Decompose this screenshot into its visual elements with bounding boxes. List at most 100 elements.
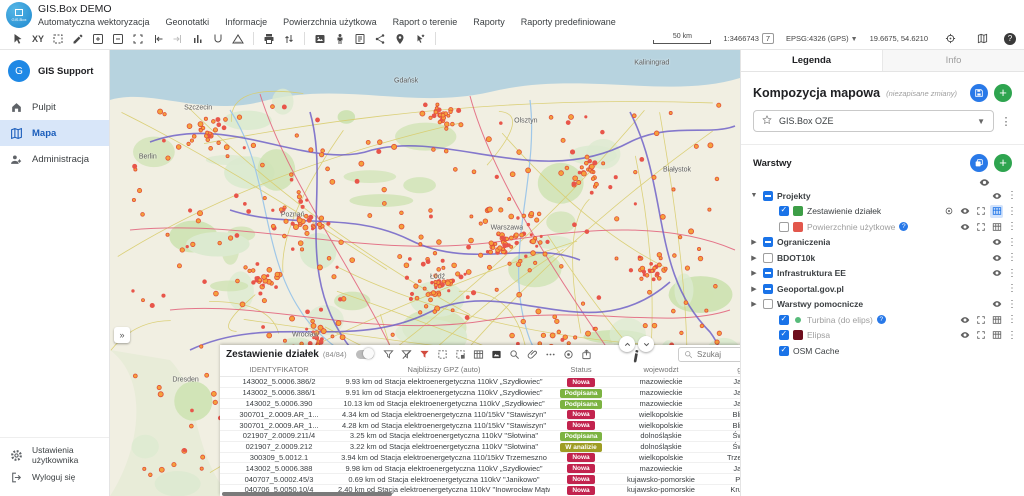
- layer-eye-icon[interactable]: [990, 236, 1003, 249]
- select-area-icon[interactable]: [435, 346, 451, 362]
- table-filter-toggle[interactable]: [356, 350, 374, 359]
- selection-box-tool-icon[interactable]: [48, 30, 68, 48]
- column-header-1[interactable]: Najbliższy GPZ (auto): [338, 365, 550, 374]
- manage-layers-button[interactable]: [970, 154, 988, 172]
- snapshot-icon[interactable]: [489, 346, 505, 362]
- layer-row-zestawienie-dzia-ek[interactable]: Zestawienie działek⋮: [749, 204, 1018, 220]
- locate-icon[interactable]: [561, 346, 577, 362]
- expander-icon[interactable]: ▶: [749, 300, 759, 308]
- sidebar-footer-gear[interactable]: Ustawienia użytkownika: [0, 444, 109, 466]
- layer-checkbox[interactable]: [763, 237, 773, 247]
- center-map-icon[interactable]: [940, 30, 960, 48]
- layer-row-projekty[interactable]: ▼Projekty⋮: [749, 188, 1018, 204]
- layer-row-geoportal-gov-pl[interactable]: ▶Geoportal.gov.pl⋮: [749, 281, 1018, 297]
- previous-view-tool-icon[interactable]: [148, 30, 168, 48]
- layer-kebab-icon[interactable]: ⋮: [1006, 221, 1018, 232]
- share-tool-icon[interactable]: [370, 30, 390, 48]
- layer-eye-icon[interactable]: [958, 205, 971, 218]
- street-view-tool-icon[interactable]: [330, 30, 350, 48]
- tab-legenda[interactable]: Legenda: [741, 50, 882, 71]
- layer-table-icon[interactable]: [990, 313, 1003, 326]
- column-header-3[interactable]: wojewodzt: [612, 365, 710, 374]
- report-tool-icon[interactable]: [350, 30, 370, 48]
- export-icon[interactable]: [579, 346, 595, 362]
- layer-checkbox[interactable]: [763, 299, 773, 309]
- table-row[interactable]: 300701_2.0009.AR_1...4.28 km od Stacja e…: [220, 420, 740, 431]
- table-row[interactable]: 143002_5.0006.386/29.93 km od Stacja ele…: [220, 377, 740, 388]
- layer-eye-icon[interactable]: [958, 220, 971, 233]
- layer-table-icon[interactable]: [990, 220, 1003, 233]
- layer-kebab-icon[interactable]: ⋮: [1006, 314, 1018, 325]
- expander-icon[interactable]: ▶: [749, 269, 759, 277]
- elevation-tool-icon[interactable]: [279, 30, 299, 48]
- menu-item-powierzchnia-u-ytkowa[interactable]: Powierzchnia użytkowa: [283, 17, 377, 27]
- coordinates-tool[interactable]: XY: [28, 30, 48, 48]
- layer-kebab-icon[interactable]: ⋮: [1006, 299, 1018, 310]
- expander-icon[interactable]: ▶: [749, 285, 759, 293]
- layer-checkbox[interactable]: [779, 222, 789, 232]
- zoom-level[interactable]: 7: [762, 33, 774, 44]
- table-row[interactable]: 021907_2.0009.2123.22 km od Stacja elekt…: [220, 442, 740, 453]
- table-row[interactable]: 300701_2.0009.AR_1...4.34 km od Stacja e…: [220, 409, 740, 420]
- layer-checkbox[interactable]: [763, 191, 773, 201]
- expander-icon[interactable]: ▶: [749, 254, 759, 262]
- sidebar-item-administracja[interactable]: Administracja: [0, 146, 109, 172]
- more-icon[interactable]: [543, 346, 559, 362]
- user-row[interactable]: G GIS Support: [0, 50, 109, 94]
- layer-checkbox[interactable]: [779, 206, 789, 216]
- save-composition-button[interactable]: [970, 84, 988, 102]
- help-icon[interactable]: ?: [1004, 33, 1016, 45]
- layer-kebab-icon[interactable]: ⋮: [1006, 190, 1018, 201]
- table-row[interactable]: 143002_5.0006.39010.13 km od Stacja elek…: [220, 399, 740, 410]
- layer-checkbox[interactable]: [763, 268, 773, 278]
- layer-kebab-icon[interactable]: ⋮: [1006, 252, 1018, 263]
- active-filter-icon[interactable]: [417, 346, 433, 362]
- composition-kebab-icon[interactable]: ⋮: [1000, 115, 1012, 128]
- map-canvas[interactable]: BerlinSzczecinGdańskKaliningradOlsztynBi…: [110, 50, 740, 496]
- layer-expand-icon[interactable]: [974, 205, 987, 218]
- menu-item-raporty-predefiniowane[interactable]: Raporty predefiniowane: [521, 17, 616, 27]
- special-select-tool-icon[interactable]: [410, 30, 430, 48]
- add-marker-tool-icon[interactable]: [390, 30, 410, 48]
- select-tool-icon[interactable]: [8, 30, 28, 48]
- layer-kebab-icon[interactable]: ⋮: [1006, 268, 1018, 279]
- print-tool-icon[interactable]: [259, 30, 279, 48]
- layer-row-elipsa[interactable]: Elipsa⋮: [749, 328, 1018, 344]
- eye-icon[interactable]: [979, 177, 990, 188]
- layer-table-icon[interactable]: [990, 329, 1003, 342]
- layer-help-icon[interactable]: ?: [877, 315, 886, 324]
- columns-icon[interactable]: [471, 346, 487, 362]
- select-shape-icon[interactable]: [453, 346, 469, 362]
- projection-select[interactable]: EPSG:4326 (GPS) ▼: [786, 34, 858, 43]
- map-collapse-button[interactable]: »: [114, 327, 130, 343]
- layer-eye-icon[interactable]: [958, 329, 971, 342]
- layer-row-osm-cache[interactable]: OSM Cache: [749, 343, 1018, 359]
- layer-eye-icon[interactable]: [990, 298, 1003, 311]
- sidebar-footer-logout[interactable]: Wyloguj się: [0, 466, 109, 488]
- layer-eye-icon[interactable]: [990, 267, 1003, 280]
- basemap-icon[interactable]: [972, 30, 992, 48]
- filter-icon[interactable]: [381, 346, 397, 362]
- menu-item-informacje[interactable]: Informacje: [225, 17, 267, 27]
- next-view-tool-icon[interactable]: [168, 30, 188, 48]
- layer-checkbox[interactable]: [779, 346, 789, 356]
- sidebar-item-mapa[interactable]: Mapa: [0, 120, 109, 146]
- menu-item-raport-o-terenie[interactable]: Raport o terenie: [393, 17, 458, 27]
- expander-icon[interactable]: ▶: [749, 238, 759, 246]
- column-header-2[interactable]: Status: [550, 365, 612, 374]
- layer-table-icon[interactable]: [990, 205, 1003, 218]
- layer-checkbox[interactable]: [779, 315, 789, 325]
- table-row[interactable]: 143002_5.0006.3889.98 km od Stacja elekt…: [220, 463, 740, 474]
- layer-checkbox[interactable]: [763, 284, 773, 294]
- table-row[interactable]: 021907_2.0009.211/43.25 km od Stacja ele…: [220, 431, 740, 442]
- zoom-in-box-tool-icon[interactable]: [88, 30, 108, 48]
- table-row[interactable]: 040707_5.0002.45/30.69 km od Stacja elek…: [220, 474, 740, 485]
- layer-row-bdot10k[interactable]: ▶BDOT10k⋮: [749, 250, 1018, 266]
- layer-checkbox[interactable]: [779, 330, 789, 340]
- layer-row-warstwy-pomocnicze[interactable]: ▶Warstwy pomocnicze⋮: [749, 297, 1018, 313]
- layer-row-powierzchnie-u-ytkowe[interactable]: Powierzchnie użytkowe?⋮: [749, 219, 1018, 235]
- layer-eye-icon[interactable]: [990, 189, 1003, 202]
- table-row[interactable]: 143002_5.0006.386/19.91 km od Stacja ele…: [220, 388, 740, 399]
- layer-row-turbina-do-elips-[interactable]: Turbina (do elips)?⋮: [749, 312, 1018, 328]
- expander-icon[interactable]: ▼: [749, 192, 759, 199]
